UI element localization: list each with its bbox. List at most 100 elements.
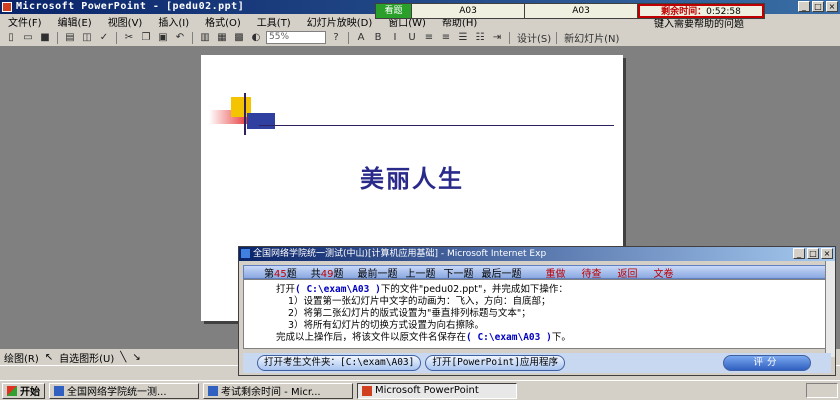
menu-format[interactable]: 格式(O) (205, 14, 241, 29)
remaining-time: 剩余时间：0:52:58 (638, 4, 764, 18)
last-question-link[interactable]: 最后一题 (481, 265, 521, 280)
open-student-folder-button[interactable]: 打开考生文件夹：[C:\exam\A03] (257, 355, 422, 371)
dialog-maximize-button[interactable]: □ (807, 248, 819, 259)
align-center-icon[interactable]: ≡ (439, 32, 453, 44)
bullets-icon[interactable]: ☰ (456, 32, 470, 44)
folder-label-1: A03 (412, 4, 525, 18)
zoom-select[interactable]: 55% (266, 31, 326, 44)
folder-label-2: A03 (525, 4, 638, 18)
ie-icon (54, 385, 64, 396)
back-link[interactable]: 返回 (617, 265, 637, 280)
redo-link[interactable]: 重做 (545, 265, 565, 280)
system-tray (806, 383, 838, 398)
windows-logo-icon (7, 385, 17, 396)
dialog-button-bar: 打开考生文件夹：[C:\exam\A03] 打开[PowerPoint]应用程序… (243, 353, 831, 373)
spelling-icon[interactable]: ✓ (97, 32, 111, 44)
arrow-icon[interactable]: ↘ (132, 352, 140, 363)
view-question-button[interactable]: 看题 (376, 4, 412, 18)
autoshape-menu[interactable]: 自选图形(U) (59, 350, 114, 365)
exam-timer-bar: 看题 A03 A03 剩余时间：0:52:58 (375, 3, 765, 19)
underline-icon[interactable]: U (405, 32, 419, 44)
toolbar-separator (348, 31, 349, 44)
numbering-icon[interactable]: ☷ (473, 32, 487, 44)
taskbar: 开始 全国网络学院统一测... 考试剩余时间 - Micr... Microso… (0, 380, 840, 400)
save-icon[interactable]: ■ (38, 32, 52, 44)
line-icon[interactable]: ╲ (120, 352, 126, 363)
open-powerpoint-button[interactable]: 打开[PowerPoint]应用程序 (425, 355, 565, 371)
task-label: Microsoft PowerPoint (375, 385, 479, 396)
menu-slideshow[interactable]: 幻灯片放映(D) (307, 14, 373, 29)
remaining-time-label: 剩余时间： (661, 7, 707, 17)
task-label: 全国网络学院统一测... (67, 387, 167, 398)
toolbar-separator (192, 31, 193, 44)
menu-edit[interactable]: 编辑(E) (58, 14, 92, 29)
start-button[interactable]: 开始 (2, 382, 45, 399)
powerpoint-app-icon (2, 2, 12, 12)
prev-question-link[interactable]: 上一题 (405, 265, 435, 280)
task-powerpoint[interactable]: Microsoft PowerPoint (357, 382, 517, 399)
score-button[interactable]: 评分 (723, 355, 811, 371)
start-label: 开始 (20, 387, 40, 398)
exam-paper-link[interactable]: 文卷 (653, 265, 673, 280)
slide-decoration-vertical-line (244, 93, 246, 135)
ie-icon (208, 385, 218, 396)
dialog-title: 全国网络学院统一测试(中山)[计算机应用基础] - Microsoft Inte… (253, 249, 547, 259)
menu-view[interactable]: 视图(V) (108, 14, 143, 29)
dialog-title-bar: 全国网络学院统一测试(中山)[计算机应用基础] - Microsoft Inte… (239, 247, 835, 261)
menu-tools[interactable]: 工具(T) (257, 14, 291, 29)
task-exam-browser[interactable]: 全国网络学院统一测... (49, 382, 199, 399)
table-icon[interactable]: ▦ (215, 32, 229, 44)
maximize-button[interactable]: □ (812, 1, 824, 12)
open-icon[interactable]: ▭ (21, 32, 35, 44)
bold-icon[interactable]: B (371, 32, 385, 44)
slide-decoration-horizontal-line (259, 125, 614, 126)
print-icon[interactable]: ▤ (63, 32, 77, 44)
dialog-window-controls: _ □ × (793, 248, 833, 259)
design-button[interactable]: 设计(S) (517, 30, 551, 45)
grid-icon[interactable]: ▩ (232, 32, 246, 44)
chart-icon[interactable]: ▥ (198, 32, 212, 44)
font-icon[interactable]: A (354, 32, 368, 44)
align-left-icon[interactable]: ≡ (422, 32, 436, 44)
step-1: 1）设置第一张幻灯片中文字的动画为：飞入，方向：自底部； (288, 296, 551, 307)
question-navigation: 第45题 共49题 最前一题 上一题 下一题 最后一题 重做 待查 返回 文卷 (243, 265, 831, 280)
dialog-close-button[interactable]: × (821, 248, 833, 259)
undo-icon[interactable]: ↶ (173, 32, 187, 44)
dialog-scrollbar[interactable] (825, 261, 835, 357)
help-icon[interactable]: ? (329, 32, 343, 44)
preview-icon[interactable]: ◫ (80, 32, 94, 44)
toolbar-separator (116, 31, 117, 44)
instruction-line-1: 打开( C:\exam\A03 )下的文件"pedu02.ppt"，并完成如下操… (276, 284, 568, 295)
ie-icon (241, 249, 250, 258)
new-slide-button[interactable]: 新幻灯片(N) (564, 30, 619, 45)
paste-icon[interactable]: ▣ (156, 32, 170, 44)
indent-icon[interactable]: ⇥ (490, 32, 504, 44)
slide-title[interactable]: 美丽人生 (201, 159, 623, 194)
minimize-button[interactable]: _ (798, 1, 810, 12)
select-arrow-icon[interactable]: ↖ (45, 352, 53, 363)
window-controls: _ □ × (798, 1, 838, 12)
dialog-minimize-button[interactable]: _ (793, 248, 805, 259)
draw-menu[interactable]: 绘图(R) (4, 350, 39, 365)
toolbar-separator (57, 31, 58, 44)
copy-icon[interactable]: ❐ (139, 32, 153, 44)
italic-icon[interactable]: I (388, 32, 402, 44)
task-exam-timer[interactable]: 考试剩余时间 - Micr... (203, 382, 353, 399)
remaining-time-value: 0:52:58 (706, 7, 741, 17)
menu-file[interactable]: 文件(F) (8, 14, 42, 29)
instruction-line-5: 完成以上操作后，将该文件以原文件名保存在( C:\exam\A03 )下。 (276, 332, 571, 343)
cut-icon[interactable]: ✂ (122, 32, 136, 44)
menu-insert[interactable]: 插入(I) (158, 14, 189, 29)
color-icon[interactable]: ◐ (249, 32, 263, 44)
first-question-link[interactable]: 最前一题 (357, 265, 397, 280)
new-icon[interactable]: ▯ (4, 32, 18, 44)
toolbar-separator (509, 31, 510, 44)
total-questions: 共49题 (310, 268, 344, 280)
next-question-link[interactable]: 下一题 (443, 265, 473, 280)
pending-link[interactable]: 待查 (581, 265, 601, 280)
step-2: 2）将第二张幻灯片的版式设置为"垂直排列标题与文本"； (288, 308, 531, 319)
slide-decoration-blue (247, 113, 275, 129)
close-button[interactable]: × (826, 1, 838, 12)
standard-toolbar: ▯ ▭ ■ ▤ ◫ ✓ ✂ ❐ ▣ ↶ ▥ ▦ ▩ ◐ 55% ? A B I … (0, 29, 840, 47)
powerpoint-icon (362, 385, 372, 396)
